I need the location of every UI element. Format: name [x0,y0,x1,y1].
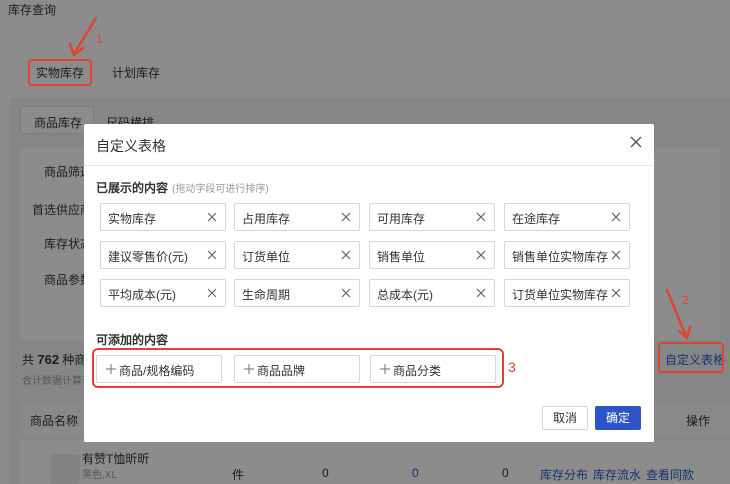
shown-field-chip[interactable]: 销售单位 [369,241,495,269]
close-icon[interactable] [628,134,644,150]
shown-field-label: 建议零售价(元) [108,250,188,264]
annotation-number-1: 1 [96,32,103,46]
shown-title: 已展示的内容 [96,181,169,195]
shown-field-label: 可用库存 [377,212,426,226]
custom-table-dialog: 自定义表格 已展示的内容 (拖动字段可进行排序) 实物库存 占用库存 可用库存 在途库存… [84,124,654,442]
shown-field-chip[interactable]: 订货单位实物库存 [504,279,630,307]
highlight-box-3 [92,348,504,388]
shown-field-label: 占用库存 [242,212,291,226]
shown-field-label: 销售单位 [377,250,426,264]
shown-field-label: 在途库存 [512,212,561,226]
remove-icon[interactable] [340,287,352,299]
dialog-title: 自定义表格 [96,138,166,154]
shown-field-chip[interactable]: 占用库存 [234,203,360,231]
shown-field-label: 订货单位实物库存 [512,288,609,302]
remove-icon[interactable] [206,211,218,223]
shown-field-label: 订货单位 [242,250,291,264]
remove-icon[interactable] [610,249,622,261]
annotation-number-2: 2 [682,293,689,307]
shown-field-label: 生命周期 [242,288,291,302]
shown-field-label: 总成本(元) [377,288,433,302]
remove-icon[interactable] [206,287,218,299]
highlight-box-2 [658,342,724,373]
shown-field-chip[interactable]: 在途库存 [504,203,630,231]
shown-field-label: 实物库存 [108,212,157,226]
shown-field-chip[interactable]: 实物库存 [100,203,226,231]
shown-field-label: 平均成本(元) [108,288,176,302]
confirm-button[interactable]: 确定 [595,406,641,430]
shown-field-chip[interactable]: 销售单位实物库存 [504,241,630,269]
shown-field-chip[interactable]: 建议零售价(元) [100,241,226,269]
remove-icon[interactable] [475,249,487,261]
remove-icon[interactable] [610,211,622,223]
shown-hint: (拖动字段可进行排序) [172,184,269,195]
remove-icon[interactable] [206,249,218,261]
shown-field-chip[interactable]: 总成本(元) [369,279,495,307]
shown-field-chip[interactable]: 平均成本(元) [100,279,226,307]
remove-icon[interactable] [475,211,487,223]
shown-field-label: 销售单位实物库存 [512,250,609,264]
remove-icon[interactable] [340,211,352,223]
highlight-box-1 [28,59,92,86]
cancel-button[interactable]: 取消 [542,406,588,430]
remove-icon[interactable] [610,287,622,299]
add-section-title: 可添加的内容 [96,333,169,347]
remove-icon[interactable] [475,287,487,299]
shown-field-chip[interactable]: 生命周期 [234,279,360,307]
shown-field-chip[interactable]: 订货单位 [234,241,360,269]
remove-icon[interactable] [340,249,352,261]
annotation-number-3: 3 [508,359,516,375]
shown-field-chip[interactable]: 可用库存 [369,203,495,231]
dialog-divider [84,165,654,166]
shown-section-title: 已展示的内容 (拖动字段可进行排序) [96,179,269,196]
